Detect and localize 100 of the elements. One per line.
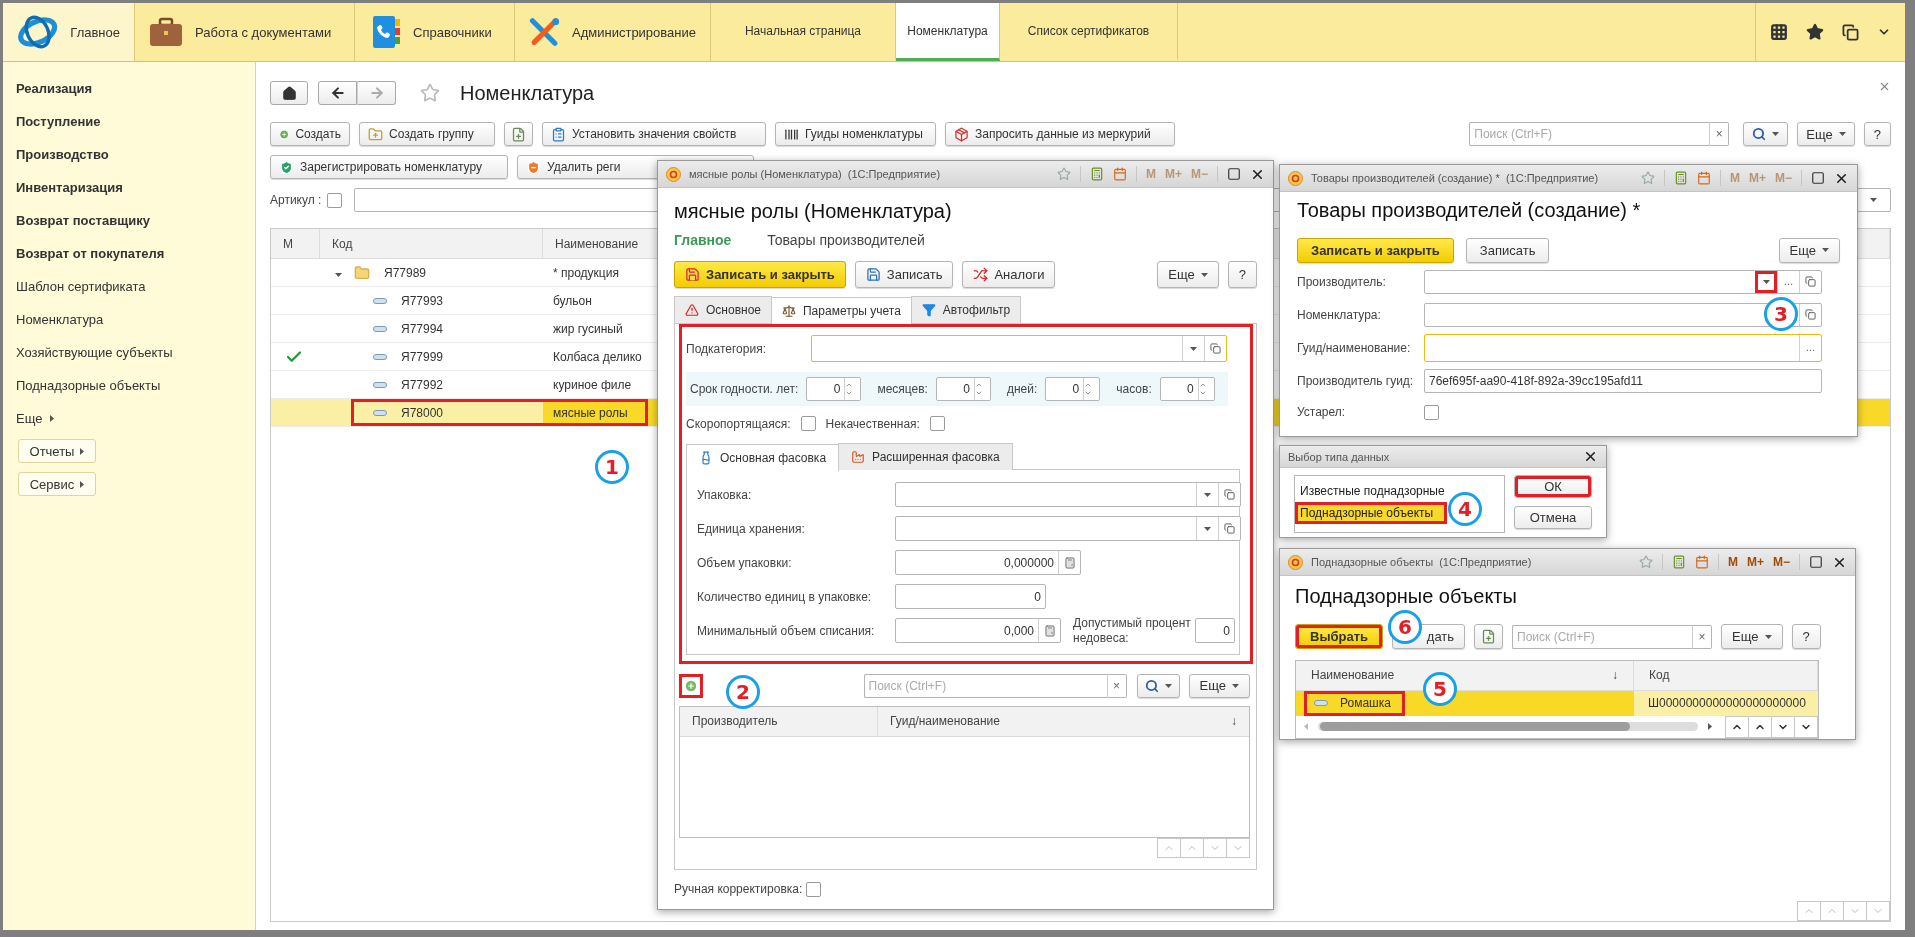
sidebar-item[interactable]: Хозяйствующие субъекты — [16, 336, 255, 369]
tab[interactable]: Автофильтр — [910, 296, 1022, 323]
section-link[interactable]: Товары производителей — [767, 232, 925, 248]
number-field[interactable]: 0,000000 — [895, 550, 1081, 576]
toolbar-button[interactable]: Создать группу — [359, 122, 495, 146]
close-icon[interactable] — [1583, 449, 1598, 464]
number-field[interactable]: 0 — [1195, 618, 1235, 644]
select-field[interactable] — [811, 335, 1227, 363]
star-icon[interactable] — [1806, 23, 1824, 41]
calculator-icon[interactable] — [1671, 555, 1686, 569]
dialog-button[interactable]: Отмена — [1514, 506, 1592, 529]
table-nav-button[interactable] — [1794, 715, 1818, 738]
help-button[interactable]: ? — [1863, 122, 1891, 146]
list-item[interactable]: Поднадзорные объекты — [1295, 502, 1447, 524]
more-button[interactable]: Еще — [1157, 261, 1219, 289]
clear-button[interactable]: × — [1709, 122, 1730, 146]
select-field[interactable] — [895, 482, 1241, 508]
number-spinner[interactable]: 0 — [806, 376, 862, 401]
sidebar-item[interactable]: Инвентаризация — [16, 171, 255, 204]
help-button[interactable]: ? — [1791, 624, 1821, 650]
more-button[interactable]: Еще — [1778, 237, 1840, 263]
checkbox[interactable] — [929, 416, 945, 432]
page-tab[interactable]: Номенклатура — [896, 3, 1000, 61]
copy-icon[interactable] — [1842, 23, 1859, 41]
memory-button[interactable]: M+ — [1746, 555, 1764, 569]
sidebar-item[interactable]: Производство — [16, 138, 255, 171]
tab[interactable]: Основное — [674, 296, 772, 323]
text-field[interactable]: 76ef695f-aa90-418f-892a-39cc195afd11 — [1424, 368, 1822, 393]
choose-button[interactable]: … — [1799, 334, 1821, 361]
sidebar-item[interactable]: Возврат поставщику — [16, 204, 255, 237]
checkbox[interactable] — [1424, 404, 1439, 420]
select-field[interactable] — [895, 516, 1241, 542]
sidebar-item[interactable]: Номенклатура — [16, 303, 255, 336]
sidebar-item[interactable]: Реализация — [16, 72, 255, 105]
sidebar-item[interactable]: Шаблон сертификата — [16, 270, 255, 303]
choose-button[interactable]: … — [1777, 270, 1799, 293]
clear-button[interactable]: × — [1692, 624, 1713, 649]
toolbar-button[interactable]: Зарегистрировать номенклатуру — [270, 155, 508, 179]
star-icon[interactable] — [1056, 167, 1071, 181]
sidebar-item[interactable]: Поступление — [16, 105, 255, 138]
add-button[interactable] — [679, 673, 703, 698]
more-button[interactable]: Еще — [1188, 673, 1250, 698]
number-spinner[interactable]: 0 — [935, 376, 991, 401]
table-nav-button[interactable] — [1771, 715, 1795, 738]
select-field[interactable] — [1424, 302, 1822, 327]
column-header[interactable]: М — [283, 236, 293, 251]
star-icon[interactable] — [1640, 171, 1655, 185]
section-tab[interactable]: Справочники — [355, 3, 515, 61]
toolbar-button[interactable]: Аналоги — [962, 261, 1056, 289]
column-header[interactable]: Код — [1649, 668, 1670, 683]
column-header[interactable]: Производитель — [692, 714, 778, 729]
sidebar-button[interactable]: Сервис — [18, 472, 96, 496]
column-header[interactable]: Наименование — [555, 236, 639, 251]
calculator-icon[interactable] — [1673, 171, 1688, 185]
checkbox[interactable] — [800, 416, 816, 432]
sidebar-item[interactable]: Поднадзорные объекты — [16, 369, 255, 402]
save-close-button[interactable]: Записать и закрыть — [674, 261, 846, 289]
number-spinner[interactable]: 0 — [1045, 376, 1101, 401]
dialog-button[interactable]: ОК — [1514, 475, 1592, 498]
toolbar-button[interactable]: Запросить данные из меркурий — [945, 122, 1175, 146]
table-nav-button[interactable] — [1748, 715, 1772, 738]
toolbar-button[interactable]: Создать — [270, 122, 350, 146]
scroll-left-icon[interactable] — [1304, 723, 1308, 731]
horizontal-scrollbar[interactable] — [1318, 722, 1698, 732]
toolbar-button[interactable]: Записать — [854, 261, 954, 289]
sidebar-more[interactable]: Еще — [16, 411, 43, 426]
calendar-icon[interactable] — [1694, 555, 1709, 569]
back-button[interactable] — [318, 81, 357, 105]
save-close-button[interactable]: Записать и закрыть — [1297, 237, 1454, 263]
section-tab[interactable]: Главное — [3, 3, 135, 61]
column-header[interactable]: Наименование — [1311, 668, 1395, 683]
section-link[interactable]: Главное — [674, 232, 732, 248]
sidebar-item[interactable]: Возврат от покупателя — [16, 237, 255, 270]
sidebar-button[interactable]: Отчеты — [18, 439, 96, 463]
apps-grid-icon[interactable] — [1770, 23, 1788, 41]
select-field[interactable]: … — [1424, 333, 1822, 362]
section-tab[interactable]: Работа с документами — [135, 3, 355, 61]
select-field[interactable]: … — [1424, 269, 1822, 294]
tab[interactable]: Параметры учета — [771, 297, 912, 324]
icon-button[interactable] — [504, 122, 533, 146]
toolbar-button[interactable]: Гуиды номенклатуры — [775, 122, 936, 146]
search-button[interactable] — [1136, 673, 1180, 698]
number-field[interactable]: 0,000 — [895, 618, 1061, 644]
search-field[interactable]: Поиск (Ctrl+F) — [1512, 624, 1693, 649]
calculator-icon[interactable] — [1089, 167, 1104, 181]
icon-button[interactable] — [1474, 624, 1504, 650]
search-field[interactable]: Поиск (Ctrl+F) — [863, 673, 1107, 698]
memory-button[interactable]: M− — [1773, 555, 1790, 569]
clear-button[interactable]: × — [1106, 673, 1127, 698]
checkbox[interactable] — [327, 192, 343, 208]
more-button[interactable]: Еще — [1721, 624, 1783, 650]
search-field[interactable]: Поиск (Ctrl+F) — [1469, 122, 1710, 146]
calendar-icon[interactable] — [1112, 167, 1127, 181]
tab[interactable]: Расширенная фасовка — [838, 442, 1013, 470]
select-button[interactable]: Выбрать — [1295, 624, 1384, 650]
search-button[interactable] — [1743, 122, 1789, 146]
number-field[interactable]: 0 — [895, 584, 1046, 610]
maximize-icon[interactable] — [1227, 167, 1241, 181]
tab[interactable]: Основная фасовка — [686, 443, 840, 471]
calendar-icon[interactable] — [1696, 171, 1711, 185]
